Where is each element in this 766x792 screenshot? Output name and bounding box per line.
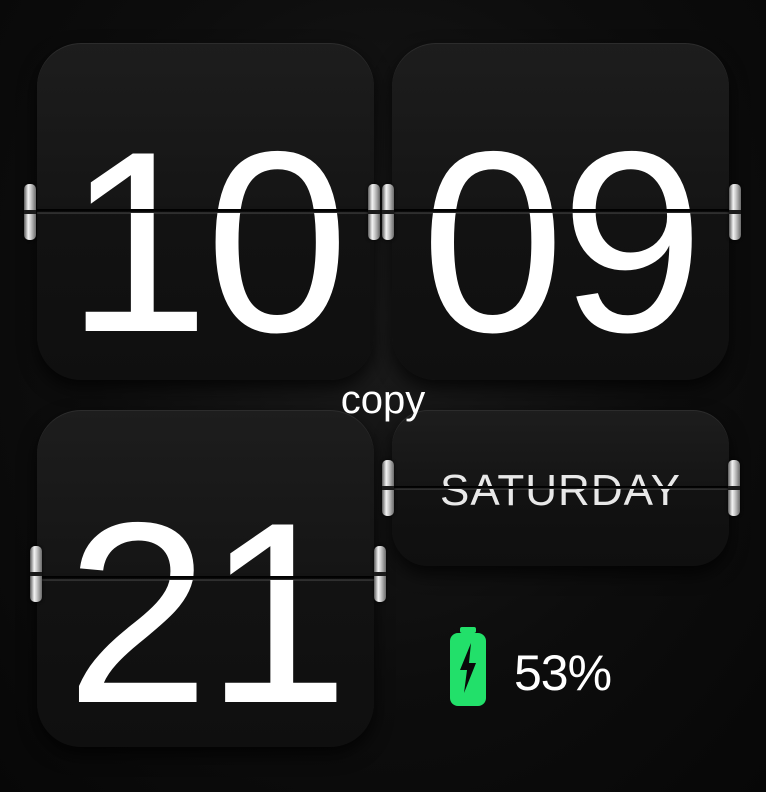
battery-charging-icon bbox=[450, 627, 486, 706]
hours-card: 10 bbox=[37, 43, 374, 380]
hours-digits: 10 bbox=[66, 97, 349, 380]
date-card: 21 bbox=[37, 410, 374, 747]
flip-seam bbox=[392, 486, 729, 489]
day-number: 21 bbox=[66, 468, 349, 747]
hinge-icon bbox=[729, 184, 741, 240]
weekday-label: SATURDAY bbox=[439, 466, 682, 515]
hinge-icon bbox=[374, 546, 386, 602]
hinge-icon bbox=[382, 460, 394, 516]
battery-percent: 53% bbox=[514, 645, 612, 701]
hinge-icon bbox=[728, 460, 740, 516]
minutes-digits: 09 bbox=[421, 97, 704, 380]
hinge-icon bbox=[368, 184, 380, 240]
weekday-card: SATURDAY bbox=[392, 410, 729, 566]
flip-seam bbox=[392, 209, 729, 213]
hinge-icon bbox=[382, 184, 394, 240]
hinge-icon bbox=[24, 184, 36, 240]
flip-seam bbox=[37, 209, 374, 213]
minutes-card: 09 bbox=[392, 43, 729, 380]
hinge-icon bbox=[30, 546, 42, 602]
flip-seam bbox=[37, 576, 374, 580]
copy-label[interactable]: copy bbox=[0, 380, 766, 420]
